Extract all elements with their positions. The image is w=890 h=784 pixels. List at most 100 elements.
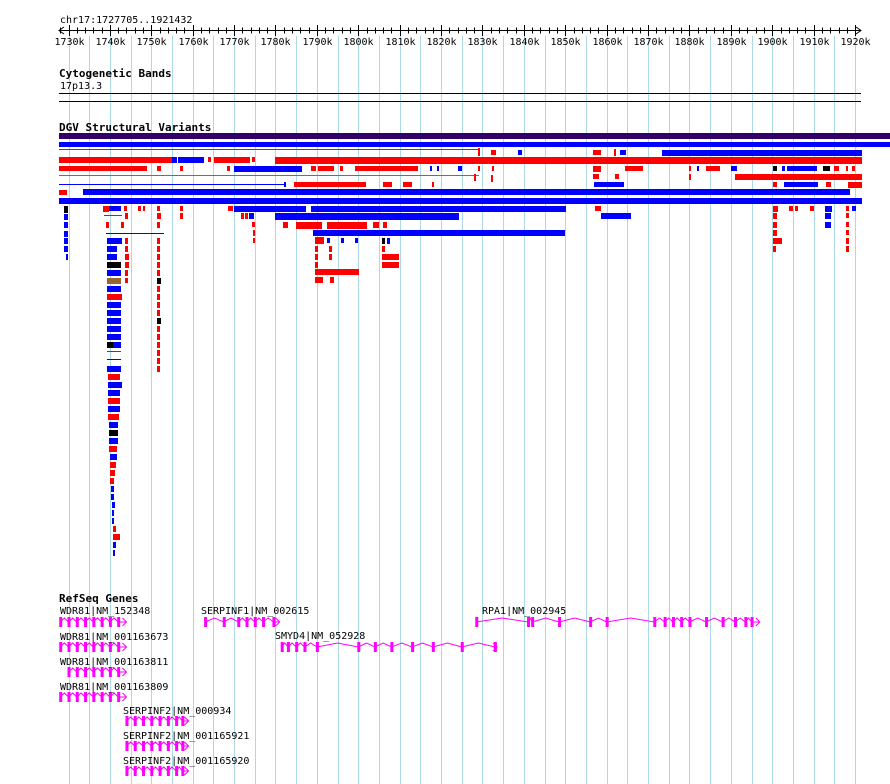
ruler-tick-label: 1840k [509,37,539,48]
structural-variant-feature [735,174,862,180]
structural-variant-feature [110,478,114,484]
structural-variant-feature [773,230,777,236]
structural-variant-feature [492,166,494,171]
structural-variant-feature [294,182,366,187]
gene-exon [117,692,121,702]
gene-label[interactable]: WDR81|NM_001163811 [60,657,168,668]
gene-exon [734,617,738,627]
gene-exon [663,617,667,627]
structural-variant-feature [355,238,358,243]
gene-exon [237,617,241,627]
gene-exon [92,667,96,677]
gene-label[interactable]: WDR81|NM_001163673 [60,632,168,643]
structural-variant-feature [172,157,177,163]
structural-variant-feature [834,166,839,171]
structural-variant-feature [107,246,117,252]
structural-variant-feature [437,166,439,171]
structural-variant-feature [107,262,121,268]
gene-exon [373,642,377,652]
gene-label[interactable]: SMYD4|NM_052928 [275,631,365,642]
ruler-tick-label: 1900k [757,37,787,48]
gene-exon [272,617,276,627]
gene-exon [67,642,71,652]
structural-variant-feature [846,238,849,244]
structural-variant-feature [59,198,862,204]
structural-variant-feature [125,270,128,276]
structural-variant-feature [773,246,776,252]
structural-variant-feature [66,254,68,260]
structural-variant-feature [823,166,830,171]
structural-variant-feature [382,238,385,244]
gene-exon [175,766,179,776]
gene-exon [84,692,88,702]
structural-variant-feature [178,157,204,163]
gene-label[interactable]: SERPINF2|NM_001165920 [123,756,249,767]
structural-variant-feature [157,366,160,372]
structural-variant-feature [478,166,480,171]
structural-variant-feature [826,182,831,187]
gene-exon [531,617,535,627]
structural-variant-feature [125,238,128,244]
structural-variant-feature [284,182,286,187]
gene-exon [390,642,394,652]
structural-variant-feature [227,166,230,171]
gene-label[interactable]: RPA1|NM_002945 [482,606,566,617]
structural-variant-feature [846,206,849,211]
structural-variant-feature [107,270,121,276]
structural-variant-feature [315,246,318,252]
gene-exon [92,692,96,702]
structural-variant-feature [157,358,160,364]
structural-variant-feature [108,382,122,388]
gene-label[interactable]: SERPINF1|NM_002615 [201,606,309,617]
gene-exon [125,716,129,726]
gene-exon [75,667,79,677]
structural-variant-feature [208,157,211,162]
structural-variant-feature [491,150,496,155]
structural-variant-feature [109,430,118,436]
structural-variant-feature [318,166,334,171]
gene-exon [671,617,675,627]
gene-exon [75,692,79,702]
structural-variant-feature [846,246,849,252]
ruler-tick-label: 1810k [385,37,415,48]
gene-exon [75,617,79,627]
structural-variant-feature [111,486,114,492]
structural-variant-feature [846,230,849,235]
structural-variant-feature [662,150,862,156]
ruler-tick-label: 1790k [302,37,332,48]
gene-exon [175,716,179,726]
structural-variant-feature [773,222,777,228]
structural-variant-feature [59,166,147,171]
gene-exon [59,617,63,627]
ruler-tick-label: 1760k [178,37,208,48]
gene-exon [750,617,754,627]
structural-variant-feature [109,206,121,211]
structural-variant-feature [107,359,121,360]
structural-variant-feature [108,374,120,380]
gene-exon [150,716,154,726]
gene-exon [84,667,88,677]
structural-variant-feature [689,166,691,171]
structural-variant-feature [249,213,254,219]
structural-variant-feature [113,542,116,548]
structural-variant-feature [403,182,412,187]
gene-exon [59,642,63,652]
gene-exon [150,766,154,776]
ruler-tick-label: 1750k [136,37,166,48]
structural-variant-feature [296,222,322,229]
gene-exon [181,716,185,726]
gene-label[interactable]: SERPINF2|NM_001165921 [123,731,249,742]
structural-variant-feature [315,262,318,268]
structural-variant-feature [109,446,117,452]
gene-exon [222,617,226,627]
structural-variant-feature [458,166,462,171]
structural-variant-feature [180,206,183,211]
gene-exon [680,617,684,627]
structural-variant-feature [430,166,432,171]
gene-label[interactable]: WDR81|NM_001163809 [60,682,168,693]
gene-exon [100,692,104,702]
structural-variant-feature [491,175,493,182]
gene-label[interactable]: SERPINF2|NM_000934 [123,706,231,717]
region-label: chr17:1727705..1921432 [60,15,193,26]
gene-label[interactable]: WDR81|NM_152348 [60,606,150,617]
